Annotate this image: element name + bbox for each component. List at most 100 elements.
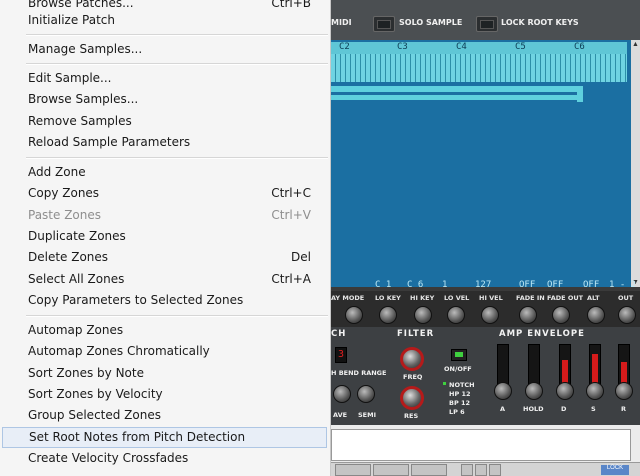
amp-label: D bbox=[561, 405, 567, 413]
led-icon bbox=[455, 352, 463, 357]
release-knob[interactable] bbox=[615, 382, 633, 400]
semi-knob[interactable] bbox=[357, 385, 375, 403]
menu-item-set-root-notes[interactable]: Set Root Notes from Pitch Detection bbox=[2, 427, 327, 448]
amp-label: R bbox=[621, 405, 627, 413]
pitch-section-title: CH bbox=[331, 329, 347, 339]
filter-mode-bp12[interactable]: BP 12 bbox=[449, 399, 470, 407]
octave-label: C3 bbox=[397, 42, 408, 52]
transport-button[interactable] bbox=[475, 464, 487, 476]
transport-button[interactable] bbox=[461, 464, 473, 476]
alt-knob[interactable] bbox=[587, 306, 605, 324]
param-label: HI KEY bbox=[410, 294, 435, 302]
amp-label: HOLD bbox=[523, 405, 544, 413]
fade-out-knob[interactable] bbox=[552, 306, 570, 324]
param-label: OUT bbox=[618, 294, 634, 302]
menu-item-label: Create Velocity Crossfades bbox=[28, 451, 189, 465]
led-icon bbox=[377, 20, 391, 29]
filter-mode-notch[interactable]: NOTCH bbox=[449, 381, 475, 389]
menu-item-copy-parameters[interactable]: Copy Parameters to Selected Zones bbox=[0, 290, 329, 311]
menu-item-label: Initialize Patch bbox=[28, 13, 115, 27]
readout-lo-key: C 1 bbox=[375, 280, 392, 290]
menu-item-shortcut: Ctrl+A bbox=[271, 272, 311, 286]
menu-item-reload-sample-parameters[interactable]: Reload Sample Parameters bbox=[0, 132, 329, 153]
menu-item-create-velocity-crossfades[interactable]: Create Velocity Crossfades bbox=[0, 448, 329, 469]
amp-label: S bbox=[591, 405, 596, 413]
menu-item-add-zone[interactable]: Add Zone bbox=[0, 162, 329, 183]
menu-item-edit-sample[interactable]: Edit Sample... bbox=[0, 68, 329, 89]
menu-item-label: Set Root Notes from Pitch Detection bbox=[29, 430, 246, 444]
lock-button[interactable]: LOCK bbox=[601, 465, 629, 475]
menu-item-label: Copy Parameters to Selected Zones bbox=[28, 293, 244, 307]
menu-item-label: Browse Patches... bbox=[28, 0, 134, 10]
hold-knob[interactable] bbox=[525, 382, 543, 400]
zone-bar[interactable] bbox=[331, 95, 577, 100]
octave-label: C5 bbox=[515, 42, 526, 52]
menu-item-delete-zones[interactable]: Delete Zones Del bbox=[0, 247, 329, 268]
hi-key-knob[interactable] bbox=[414, 306, 432, 324]
mode-knob[interactable] bbox=[345, 306, 363, 324]
readout-hi-vel: 127 bbox=[475, 280, 492, 290]
attack-knob[interactable] bbox=[494, 382, 512, 400]
menu-item-group-selected-zones[interactable]: Group Selected Zones bbox=[0, 405, 329, 426]
lo-key-knob[interactable] bbox=[379, 306, 397, 324]
menu-item-sort-by-velocity[interactable]: Sort Zones by Velocity bbox=[0, 384, 329, 405]
readout-lo-vel: 1 bbox=[442, 280, 448, 290]
menu-item-duplicate-zones[interactable]: Duplicate Zones bbox=[0, 226, 329, 247]
vertical-scrollbar[interactable]: ▲ ▼ bbox=[631, 40, 640, 287]
menu-item-automap-chromatically[interactable]: Automap Zones Chromatically bbox=[0, 341, 329, 362]
out-knob[interactable] bbox=[618, 306, 636, 324]
menu-separator bbox=[26, 315, 328, 317]
filter-freq-label: FREQ bbox=[403, 373, 423, 381]
menu-item-remove-samples[interactable]: Remove Samples bbox=[0, 111, 329, 132]
param-label: FADE OUT bbox=[547, 294, 584, 302]
transport-button[interactable] bbox=[373, 464, 409, 476]
hi-vel-knob[interactable] bbox=[481, 306, 499, 324]
menu-item-label: Automap Zones bbox=[28, 323, 124, 337]
readout-hi-key: C 6 bbox=[407, 280, 424, 290]
filter-res-knob[interactable] bbox=[400, 386, 424, 410]
zone-bar[interactable] bbox=[331, 86, 583, 92]
amp-label: A bbox=[500, 405, 506, 413]
filter-onoff-label: ON/OFF bbox=[444, 365, 472, 373]
filter-freq-knob[interactable] bbox=[400, 347, 424, 371]
decay-knob[interactable] bbox=[556, 382, 574, 400]
menu-item-automap-zones[interactable]: Automap Zones bbox=[0, 320, 329, 341]
transport-button[interactable] bbox=[489, 464, 501, 476]
filter-mode-hp12[interactable]: HP 12 bbox=[449, 390, 471, 398]
menu-item-label: Sort Zones by Velocity bbox=[28, 387, 163, 401]
filter-onoff-button[interactable] bbox=[451, 349, 467, 361]
filter-section-title: FILTER bbox=[397, 329, 435, 339]
menu-item-browse-samples[interactable]: Browse Samples... bbox=[0, 89, 329, 110]
keyboard-strip[interactable] bbox=[331, 54, 627, 82]
octave-label: AVE bbox=[333, 411, 348, 419]
bend-range-label: H BEND RANGE bbox=[331, 369, 387, 377]
filter-mode-lp6[interactable]: LP 6 bbox=[449, 408, 465, 416]
readout-out: 1 - 2 bbox=[609, 280, 637, 290]
menu-item-manage-samples[interactable]: Manage Samples... bbox=[0, 39, 329, 60]
menu-item-shortcut: Del bbox=[291, 250, 311, 264]
menu-item-copy-zones[interactable]: Copy Zones Ctrl+C bbox=[0, 183, 329, 204]
param-label: ALT bbox=[587, 294, 600, 302]
zone-handle[interactable] bbox=[577, 86, 583, 102]
menu-item-initialize-patch[interactable]: Initialize Patch bbox=[0, 10, 329, 31]
solo-sample-label: SOLO SAMPLE bbox=[399, 18, 463, 27]
solo-sample-button[interactable] bbox=[373, 16, 395, 32]
lo-vel-knob[interactable] bbox=[447, 306, 465, 324]
menu-item-select-all-zones[interactable]: Select All Zones Ctrl+A bbox=[0, 269, 329, 290]
octave-knob[interactable] bbox=[333, 385, 351, 403]
menu-item-sort-by-note[interactable]: Sort Zones by Note bbox=[0, 363, 329, 384]
menu-item-paste-zones[interactable]: Paste Zones Ctrl+V bbox=[0, 205, 329, 226]
menu-item-label: Automap Zones Chromatically bbox=[28, 344, 210, 358]
readout-fade-in: OFF bbox=[519, 280, 536, 290]
sampler-panel: MIDI SOLO SAMPLE LOCK ROOT KEYS C2 C3 C4… bbox=[331, 0, 640, 476]
scroll-up-icon[interactable]: ▲ bbox=[632, 41, 639, 48]
menu-separator bbox=[26, 157, 328, 159]
amp-envelope-title: AMP ENVELOPE bbox=[499, 329, 585, 339]
menu-item-label: Browse Samples... bbox=[28, 92, 139, 106]
transport-button[interactable] bbox=[411, 464, 447, 476]
sequencer-area[interactable] bbox=[331, 429, 631, 461]
lock-root-keys-button[interactable] bbox=[476, 16, 498, 32]
sustain-knob[interactable] bbox=[586, 382, 604, 400]
transport-button[interactable] bbox=[335, 464, 371, 476]
fade-in-knob[interactable] bbox=[519, 306, 537, 324]
